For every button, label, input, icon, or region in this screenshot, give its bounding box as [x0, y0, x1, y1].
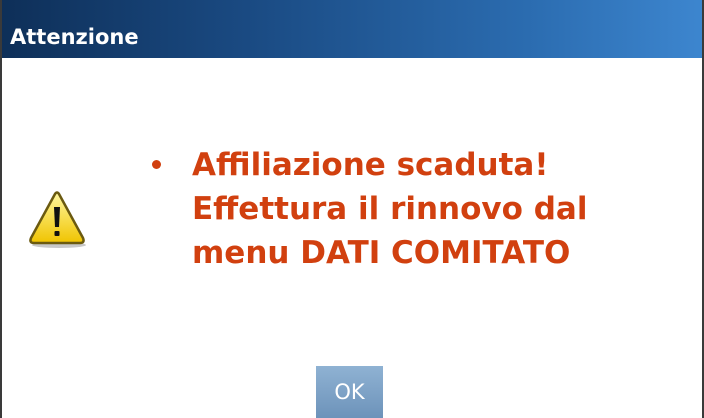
- ok-button[interactable]: OK: [316, 366, 383, 418]
- message-line-3: menu DATI COMITATO: [192, 235, 571, 271]
- bullet-icon: [152, 160, 161, 169]
- message-line-1: Affiliazione scaduta!: [192, 147, 549, 183]
- alert-dialog: Attenzione Affiliazione scaduta! Effettu…: [0, 0, 704, 418]
- alert-message: Affiliazione scaduta! Effettura il rinno…: [148, 143, 688, 275]
- dialog-title: Attenzione: [10, 25, 139, 49]
- warning-icon: [25, 190, 89, 250]
- dialog-titlebar[interactable]: Attenzione: [0, 0, 704, 58]
- message-line-2: Effettura il rinnovo dal: [192, 191, 588, 227]
- message-item: Affiliazione scaduta! Effettura il rinno…: [148, 143, 688, 275]
- dialog-left-border: [0, 0, 2, 418]
